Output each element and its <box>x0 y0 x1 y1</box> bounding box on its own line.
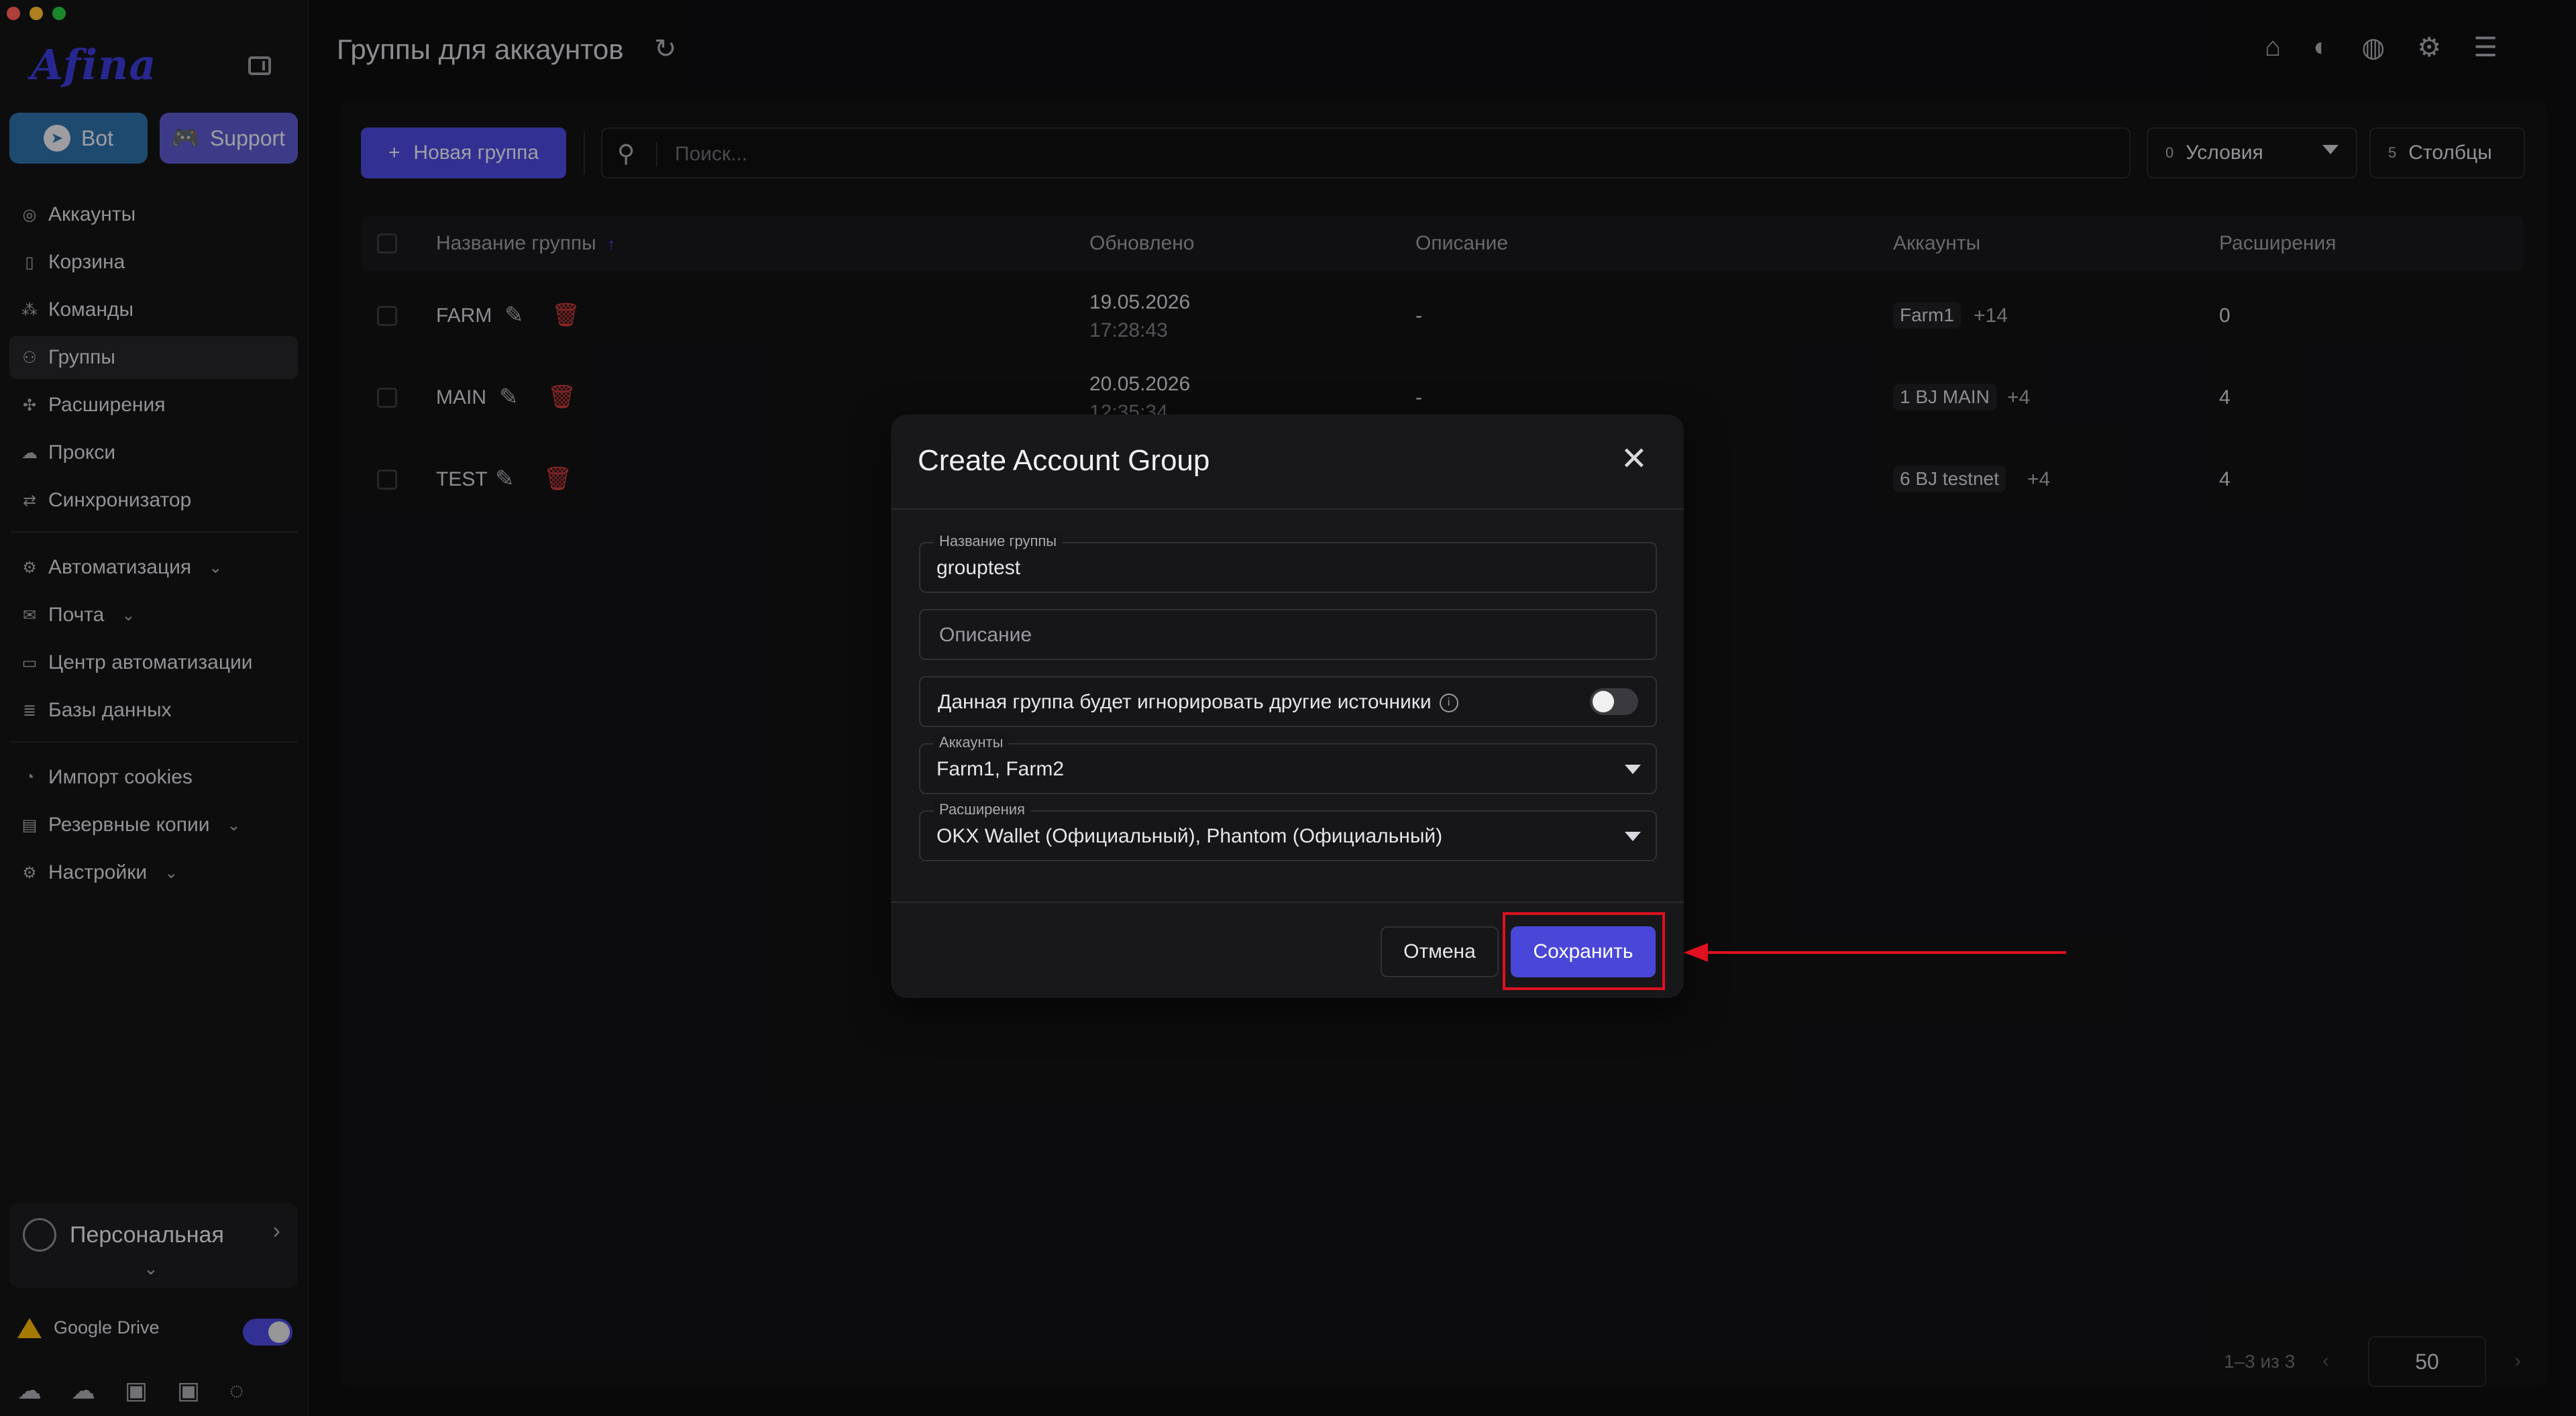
extensions-select[interactable]: Расширения OKX Wallet (Официальный), Pha… <box>919 801 1657 861</box>
description-field[interactable]: Описание <box>919 609 1657 660</box>
dialog-divider <box>891 902 1684 903</box>
extensions-value: OKX Wallet (Официальный), Phantom (Офици… <box>936 825 1443 847</box>
dialog-divider <box>891 508 1684 510</box>
annotation-arrow-line <box>1704 951 2066 954</box>
cancel-button[interactable]: Отмена <box>1381 926 1499 977</box>
dropdown-arrow-icon <box>1625 765 1641 774</box>
create-group-dialog: Create Account Group ✕ Название группы g… <box>891 415 1684 998</box>
group-name-value: grouptest <box>936 557 1021 579</box>
accounts-select[interactable]: Аккаунты Farm1, Farm2 <box>919 734 1657 794</box>
info-icon[interactable]: i <box>1439 694 1458 713</box>
save-highlight-box <box>1503 912 1665 990</box>
ignore-sources-row: Данная группа будет игнорировать другие … <box>919 676 1657 727</box>
group-name-field[interactable]: Название группы grouptest <box>919 533 1657 593</box>
accounts-value: Farm1, Farm2 <box>936 758 1065 780</box>
ignore-sources-toggle[interactable] <box>1590 688 1638 715</box>
ignore-sources-text: Данная группа будет игнорировать другие … <box>938 691 1458 714</box>
group-name-label: Название группы <box>934 533 1063 550</box>
description-placeholder: Описание <box>939 624 1032 646</box>
ignore-sources-label: Данная группа будет игнорировать другие … <box>938 691 1432 713</box>
dialog-title: Create Account Group <box>918 444 1210 477</box>
close-icon[interactable]: ✕ <box>1621 440 1648 478</box>
dropdown-arrow-icon <box>1625 832 1641 841</box>
extensions-label: Расширения <box>934 801 1030 818</box>
accounts-label: Аккаунты <box>934 734 1009 751</box>
